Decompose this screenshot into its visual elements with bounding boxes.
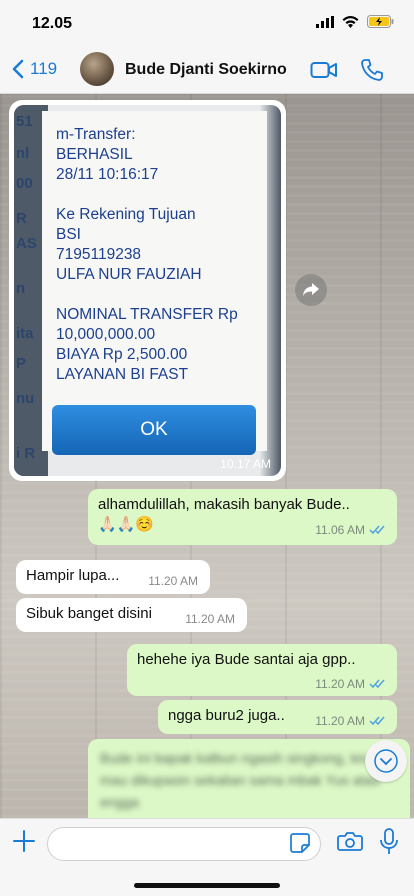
back-button[interactable]: 119	[12, 59, 57, 79]
signal-icon	[316, 15, 334, 28]
forward-button[interactable]	[295, 274, 327, 306]
image-timestamp: 10.17 AM	[220, 457, 271, 471]
message-time: 11.06 AM	[315, 523, 365, 537]
message-time: 11.20 AM	[315, 677, 365, 691]
battery-charging-icon	[367, 15, 394, 28]
ok-button: OK	[52, 405, 256, 455]
sticker-icon[interactable]	[289, 832, 311, 854]
contact-name[interactable]: Bude Djanti Soekirno	[125, 61, 287, 79]
message-bubble-out[interactable]: hehehe iya Bude santai aja gpp.. 11.20 A…	[127, 644, 397, 696]
chat-header: 119 Bude Djanti Soekirno	[0, 48, 414, 94]
transfer-receipt: m-Transfer: BERHASIL 28/11 10:16:17 Ke R…	[42, 111, 267, 455]
message-text: Hampir lupa...	[26, 567, 120, 584]
message-bubble-in[interactable]: Hampir lupa... 11.20 AM	[16, 560, 210, 594]
camera-icon[interactable]	[337, 829, 363, 853]
wifi-icon	[342, 15, 359, 28]
unread-count: 119	[30, 59, 58, 78]
read-ticks-icon	[369, 525, 385, 535]
read-ticks-icon	[369, 679, 385, 689]
status-bar: 12.05	[0, 0, 414, 48]
chevron-down-icon	[374, 749, 398, 773]
chat-area[interactable]: 51 nl 00 R AS n ita Pnu i R m-Transfer: BERHASIL…	[0, 94, 414, 818]
transfer-screenshot: 51 nl 00 R AS n ita Pnu i R m-Transfer: BERHASIL…	[14, 105, 281, 476]
message-time: 11.20 AM	[315, 714, 365, 728]
message-bubble-out[interactable]: alhamdulillah, makasih banyak Bude.. 🙏🏻🙏…	[88, 489, 397, 545]
read-ticks-icon	[369, 716, 385, 726]
blurred-message-bubble[interactable]: Bude ini bapak kalbun ngasih singkong, k…	[88, 739, 410, 818]
phone-call-icon[interactable]	[360, 58, 384, 82]
plus-icon[interactable]	[12, 829, 36, 853]
status-icons	[316, 15, 394, 28]
message-text: ngga buru2 juga..	[168, 707, 285, 724]
message-bubble-in[interactable]: Sibuk banget disini 11.20 AM	[16, 598, 247, 632]
message-time: 11.20 AM	[148, 574, 198, 588]
avatar[interactable]	[80, 52, 114, 86]
chevron-left-icon	[12, 59, 24, 79]
message-text: Sibuk banget disini	[26, 605, 152, 622]
status-time: 12.05	[32, 15, 73, 32]
message-text: alhamdulillah, makasih banyak Bude..	[98, 496, 350, 513]
scroll-to-bottom-button[interactable]	[365, 740, 407, 782]
message-input-bar	[0, 818, 414, 896]
message-text: hehehe iya Bude santai aja gpp..	[137, 651, 356, 668]
home-indicator	[134, 883, 280, 888]
message-bubble-out[interactable]: ngga buru2 juga.. 11.20 AM	[158, 700, 397, 734]
microphone-icon[interactable]	[378, 827, 400, 857]
image-message[interactable]: 51 nl 00 R AS n ita Pnu i R m-Transfer: BERHASIL…	[9, 100, 286, 481]
message-input[interactable]	[47, 827, 321, 861]
forward-icon	[303, 283, 319, 296]
message-time: 11.20 AM	[185, 612, 235, 626]
video-call-icon[interactable]	[310, 58, 338, 82]
blurred-message-text: Bude ini bapak kalbun ngasih singkong, k…	[100, 750, 381, 810]
receipt-text: m-Transfer: BERHASIL 28/11 10:16:17 Ke R…	[56, 126, 238, 383]
